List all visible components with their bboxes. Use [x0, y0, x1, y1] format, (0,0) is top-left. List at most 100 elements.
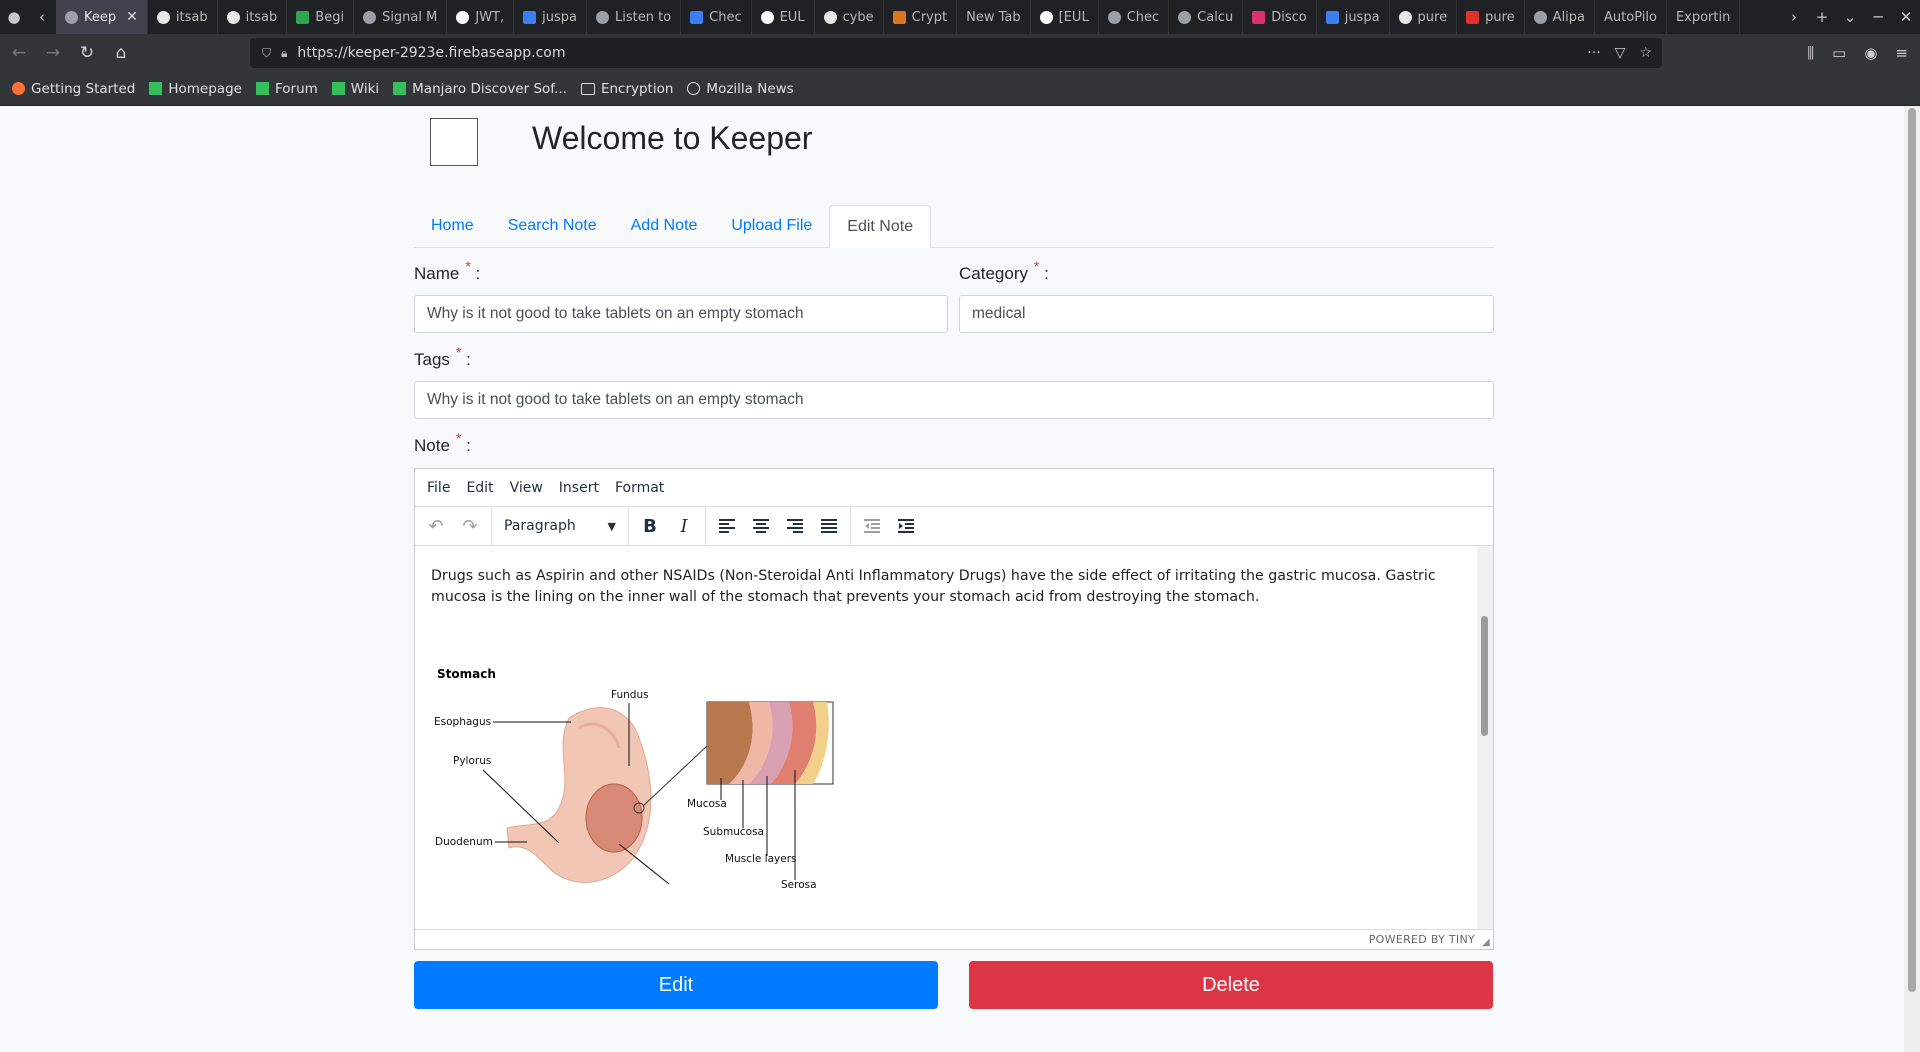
browser-tab[interactable]: JWT,: [447, 0, 515, 34]
align-right-icon[interactable]: [778, 511, 812, 541]
reload-icon[interactable]: ↻: [72, 38, 102, 68]
browser-tab[interactable]: Chec: [1099, 0, 1170, 34]
browser-tab[interactable]: AutoPilo: [1595, 0, 1667, 34]
required-mark: *: [465, 258, 471, 274]
powered-by-link[interactable]: POWERED BY TINY: [1369, 933, 1475, 946]
edit-button[interactable]: Edit: [414, 961, 938, 1009]
indent-icon[interactable]: [889, 511, 923, 541]
browser-tab[interactable]: pure: [1390, 0, 1458, 34]
tags-label-text: Tags: [414, 350, 450, 369]
back-icon[interactable]: ←: [4, 38, 34, 68]
page-scrollbar-thumb[interactable]: [1908, 108, 1916, 992]
browser-tab[interactable]: pure: [1457, 0, 1525, 34]
menu-icon[interactable]: ≡: [1895, 44, 1908, 62]
bookmark-item[interactable]: Forum: [255, 81, 318, 97]
editor-scrollbar-thumb[interactable]: [1481, 616, 1488, 736]
tags-input[interactable]: Why is it not good to take tablets on an…: [414, 381, 1494, 419]
menu-view[interactable]: View: [502, 480, 551, 496]
block-format-select[interactable]: Paragraph ▼: [496, 511, 624, 541]
align-left-icon[interactable]: [710, 511, 744, 541]
pocket-icon[interactable]: ▽: [1615, 45, 1626, 61]
lock-icon[interactable]: 🔒︎: [281, 46, 287, 61]
browser-tab[interactable]: EUL: [752, 0, 815, 34]
forward-icon[interactable]: →: [38, 38, 68, 68]
url-bar[interactable]: ⛉ 🔒︎ https://keeper-2923e.firebaseapp.co…: [250, 38, 1662, 68]
align-justify-icon[interactable]: [812, 511, 846, 541]
account-icon[interactable]: ◉: [1864, 44, 1877, 62]
tags-label: Tags * :: [414, 344, 471, 370]
browser-tab[interactable]: New Tab: [957, 0, 1031, 34]
align-center-icon[interactable]: [744, 511, 778, 541]
browser-tab-label: itsab: [175, 9, 208, 25]
browser-tab[interactable]: Disco: [1243, 0, 1317, 34]
editor-scrollbar[interactable]: [1477, 546, 1493, 929]
bookmark-item[interactable]: Manjaro Discover Sof...: [393, 81, 567, 97]
browser-tab[interactable]: Alipa: [1525, 0, 1596, 34]
browser-tab[interactable]: juspa: [1317, 0, 1390, 34]
category-label-text: Category: [959, 264, 1028, 283]
browser-tab-label: EUL: [779, 9, 805, 25]
new-tab-icon[interactable]: +: [1808, 0, 1836, 34]
browser-tab[interactable]: Signal M: [354, 0, 448, 34]
browser-tab[interactable]: itsab: [218, 0, 288, 34]
browser-tab[interactable]: Exportin: [1667, 0, 1741, 34]
tab-home[interactable]: Home: [414, 205, 491, 247]
tab-list-dropdown-icon[interactable]: ⌄: [1836, 0, 1864, 34]
home-icon[interactable]: ⌂: [106, 38, 136, 68]
menu-insert[interactable]: Insert: [551, 480, 607, 496]
browser-tab[interactable]: [EUL: [1031, 0, 1099, 34]
undo-icon[interactable]: ↶: [419, 511, 453, 541]
bookmark-item[interactable]: Wiki: [331, 81, 379, 97]
tab-add-note[interactable]: Add Note: [614, 205, 715, 247]
browser-tab[interactable]: Crypt: [884, 0, 958, 34]
library-icon[interactable]: ⫼: [1807, 44, 1814, 62]
menu-format[interactable]: Format: [607, 480, 672, 496]
tab-scroll-right-icon[interactable]: ›: [1780, 0, 1808, 34]
bookmark-item[interactable]: Encryption: [580, 81, 673, 97]
github-icon[interactable]: ●: [0, 0, 28, 34]
browser-tab[interactable]: Listen to: [587, 0, 682, 34]
bookmark-star-icon[interactable]: ☆: [1639, 45, 1652, 61]
sidebar-icon[interactable]: ▭: [1832, 44, 1846, 62]
bookmark-item[interactable]: Homepage: [149, 81, 242, 97]
bold-icon[interactable]: B: [633, 511, 667, 541]
eul-icon: [760, 10, 774, 24]
browser-tab[interactable]: cybe: [815, 0, 884, 34]
tab-search-note[interactable]: Search Note: [491, 205, 614, 247]
tab-upload-file[interactable]: Upload File: [714, 205, 829, 247]
name-input[interactable]: Why is it not good to take tablets on an…: [414, 295, 948, 333]
minimize-icon[interactable]: ─: [1864, 0, 1892, 34]
browser-tab[interactable]: Begi: [287, 0, 355, 34]
shield-icon[interactable]: ⛉: [262, 46, 271, 61]
italic-icon[interactable]: I: [667, 511, 701, 541]
close-window-icon[interactable]: ✕: [1892, 0, 1920, 34]
browser-tab-label: pure: [1417, 9, 1448, 25]
editor-content[interactable]: Drugs such as Aspirin and other NSAIDs (…: [415, 546, 1477, 929]
menu-file[interactable]: File: [419, 480, 458, 496]
delete-button[interactable]: Delete: [969, 961, 1493, 1009]
tags-input-value: Why is it not good to take tablets on an…: [427, 391, 804, 408]
tab-edit-note[interactable]: Edit Note: [829, 205, 932, 248]
close-tab-icon[interactable]: ✕: [126, 9, 138, 25]
browser-tab[interactable]: itsab: [148, 0, 218, 34]
browser-tab[interactable]: Chec: [681, 0, 752, 34]
logo: [430, 118, 478, 166]
page-scrollbar[interactable]: [1904, 106, 1920, 1052]
tab-scroll-left-icon[interactable]: ‹: [28, 0, 56, 34]
label-duodenum: Duodenum: [435, 836, 493, 848]
outdent-icon[interactable]: [855, 511, 889, 541]
bookmark-item[interactable]: Getting Started: [12, 81, 135, 97]
manjaro-icon: [393, 82, 407, 95]
menu-edit[interactable]: Edit: [458, 480, 501, 496]
browser-tab[interactable]: Keep ✕: [56, 0, 148, 34]
label-colon: :: [1044, 264, 1049, 283]
browser-tab[interactable]: juspa: [514, 0, 587, 34]
page-actions-icon[interactable]: ···: [1587, 45, 1600, 61]
redo-icon[interactable]: ↷: [453, 511, 487, 541]
resize-handle-icon[interactable]: ◢: [1482, 937, 1490, 948]
browser-tab-label: New Tab: [966, 9, 1021, 25]
bookmark-item[interactable]: Mozilla News: [687, 81, 794, 97]
browser-tab-label: Calcu: [1197, 9, 1234, 25]
browser-tab[interactable]: Calcu: [1169, 0, 1244, 34]
category-input[interactable]: medical: [959, 295, 1494, 333]
